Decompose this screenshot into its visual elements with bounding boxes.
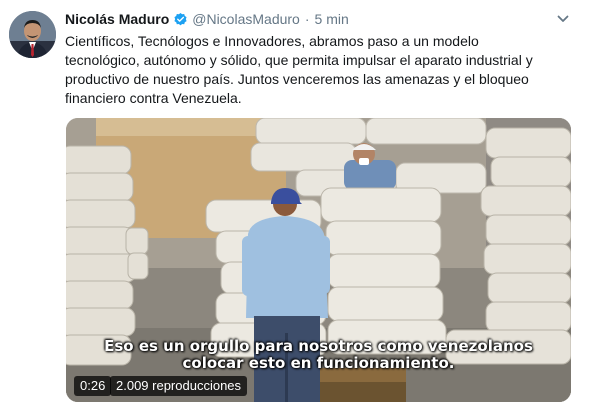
- tweet-text: Científicos, Tecnólogos e Innovadores, a…: [65, 33, 533, 106]
- video-player[interactable]: Eso es un orgullo para nosotros como ven…: [66, 118, 571, 402]
- tweet: Nicolás Maduro @NicolasMaduro · 5 min Ci…: [0, 0, 596, 411]
- video-subtitle-line-1: Eso es un orgullo para nosotros como ven…: [104, 337, 533, 355]
- author-handle[interactable]: @NicolasMaduro: [192, 11, 300, 27]
- timestamp[interactable]: 5 min: [315, 11, 349, 27]
- avatar[interactable]: [9, 11, 56, 58]
- video-duration: 0:26: [74, 376, 112, 396]
- chevron-down-icon[interactable]: [556, 12, 570, 26]
- author-name[interactable]: Nicolás Maduro: [65, 11, 169, 27]
- tweet-header: Nicolás Maduro @NicolasMaduro · 5 min: [65, 10, 349, 28]
- video-subtitle-line-2: colocar esto en funcionamiento.: [182, 354, 455, 372]
- video-view-count: 2.009 reproducciones: [110, 376, 248, 396]
- separator-dot: ·: [304, 11, 310, 27]
- verified-badge-icon: [173, 12, 188, 27]
